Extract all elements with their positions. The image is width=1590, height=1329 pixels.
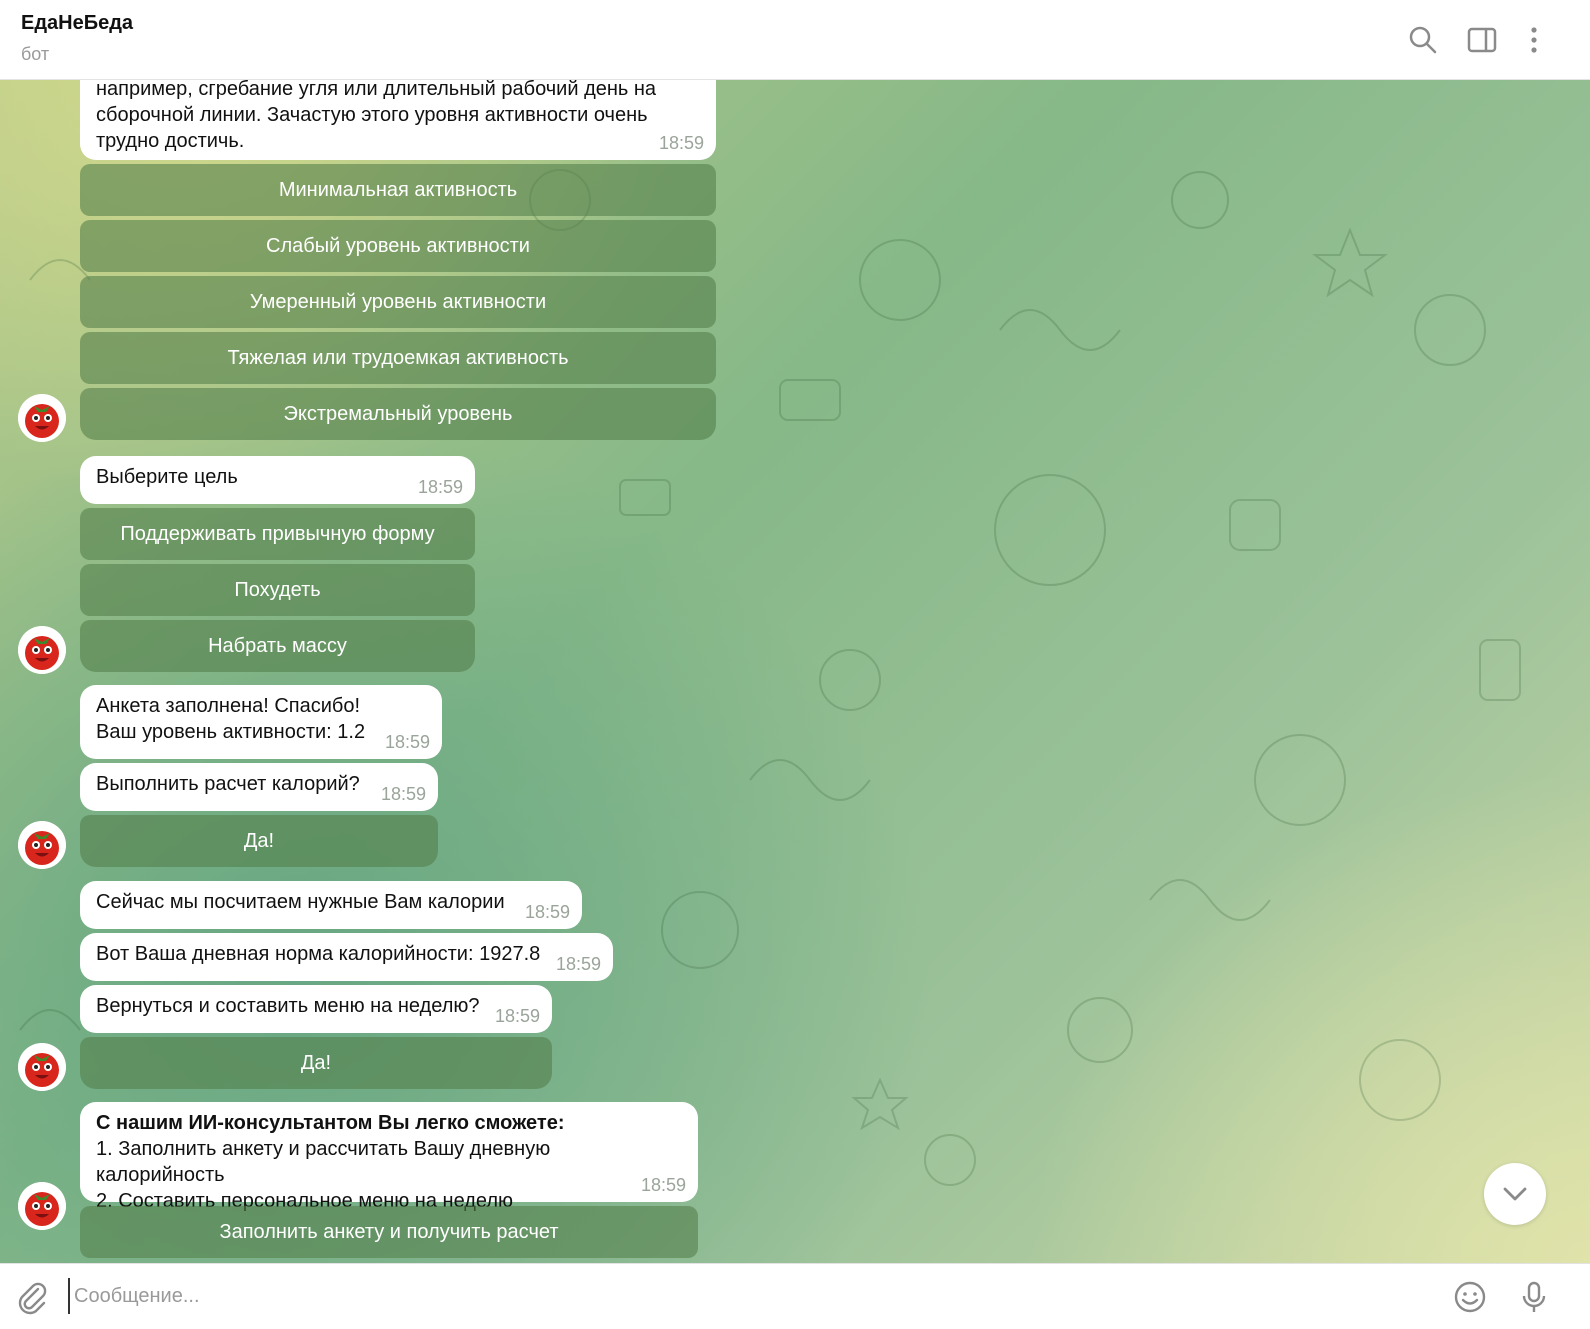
chat-header: ЕдаНеБеда бот (0, 0, 1590, 80)
goal-lose-weight-button[interactable]: Похудеть (80, 564, 475, 616)
tomato-icon (18, 1182, 66, 1230)
message-text: Сейчас мы посчитаем нужные Вам калории (96, 891, 505, 913)
bot-message: Вернуться и составить меню на неделю? 18… (80, 985, 552, 1033)
goal-gain-mass-button[interactable]: Набрать массу (80, 620, 475, 672)
message-line: Анкета заполнена! Спасибо! (96, 695, 361, 717)
activity-extreme-button[interactable]: Экстремальный уровень (80, 388, 716, 440)
tomato-icon (18, 394, 66, 442)
chat-history[interactable]: например, сгребание угля или длительный … (0, 80, 1590, 1263)
chat-subtitle: бот (21, 44, 50, 64)
message-time: 18:59 (380, 784, 426, 804)
message-text: Вот Ваша дневная норма калорийности: 192… (96, 943, 541, 965)
message-line: сборочной линии. Зачастую этого уровня а… (96, 104, 648, 126)
message-heading: С нашим ИИ-консультантом Вы легко сможет… (96, 1112, 565, 1134)
message-composer (0, 1263, 1590, 1329)
bot-avatar[interactable] (18, 1043, 66, 1091)
bot-avatar[interactable] (18, 821, 66, 869)
bot-message: Выполнить расчет калорий? 18:59 (80, 763, 438, 811)
goal-maintain-button[interactable]: Поддерживать привычную форму (80, 508, 475, 560)
activity-heavy-button[interactable]: Тяжелая или трудоемкая активность (80, 332, 716, 384)
message-line: трудно достичь. (96, 130, 245, 152)
bot-message: С нашим ИИ-консультантом Вы легко сможет… (80, 1102, 698, 1212)
message-time: 18:59 (417, 477, 463, 497)
activity-minimal-button[interactable]: Минимальная активность (80, 164, 716, 216)
calculate-yes-button[interactable]: Да! (80, 815, 438, 867)
message-time: 18:59 (524, 902, 570, 922)
tomato-icon (18, 1043, 66, 1091)
message-time: 18:59 (640, 1175, 686, 1195)
message-time: 18:59 (494, 1006, 540, 1026)
sidebar-toggle-icon[interactable] (1464, 22, 1500, 58)
message-time: 18:59 (658, 133, 704, 153)
message-input[interactable] (68, 1278, 1408, 1314)
bot-message: Вот Ваша дневная норма калорийности: 192… (80, 933, 613, 981)
more-vertical-icon[interactable] (1516, 22, 1552, 58)
scroll-down-button[interactable] (1484, 1163, 1546, 1225)
bot-avatar[interactable] (18, 394, 66, 442)
message-text: Вернуться и составить меню на неделю? (96, 995, 480, 1017)
bot-message: например, сгребание угля или длительный … (80, 80, 716, 160)
chevron-down-icon (1503, 1187, 1527, 1201)
emoji-icon[interactable] (1452, 1279, 1488, 1315)
message-text: Выберите цель (96, 466, 238, 488)
message-text: Выполнить расчет калорий? (96, 773, 360, 795)
activity-moderate-button[interactable]: Умеренный уровень активности (80, 276, 716, 328)
search-icon[interactable] (1405, 22, 1441, 58)
message-line: например, сгребание угля или длительный … (96, 80, 657, 100)
chat-title[interactable]: ЕдаНеБеда (21, 12, 133, 35)
bot-message: Сейчас мы посчитаем нужные Вам калории 1… (80, 881, 582, 929)
microphone-icon[interactable] (1516, 1279, 1552, 1315)
bot-message: Анкета заполнена! Спасибо! Ваш уровень а… (80, 685, 442, 759)
attach-icon[interactable] (14, 1279, 50, 1315)
fill-form-button[interactable]: Заполнить анкету и получить расчет (80, 1206, 698, 1258)
message-line: 1. Заполнить анкету и рассчитать Вашу дн… (96, 1138, 551, 1186)
bot-avatar[interactable] (18, 626, 66, 674)
tomato-icon (18, 626, 66, 674)
message-time: 18:59 (384, 732, 430, 752)
message-time: 18:59 (555, 954, 601, 974)
message-line: Ваш уровень активности: 1.2 (96, 721, 366, 743)
bot-avatar[interactable] (18, 1182, 66, 1230)
tomato-icon (18, 821, 66, 869)
activity-low-button[interactable]: Слабый уровень активности (80, 220, 716, 272)
make-menu-yes-button[interactable]: Да! (80, 1037, 552, 1089)
bot-message: Выберите цель 18:59 (80, 456, 475, 504)
